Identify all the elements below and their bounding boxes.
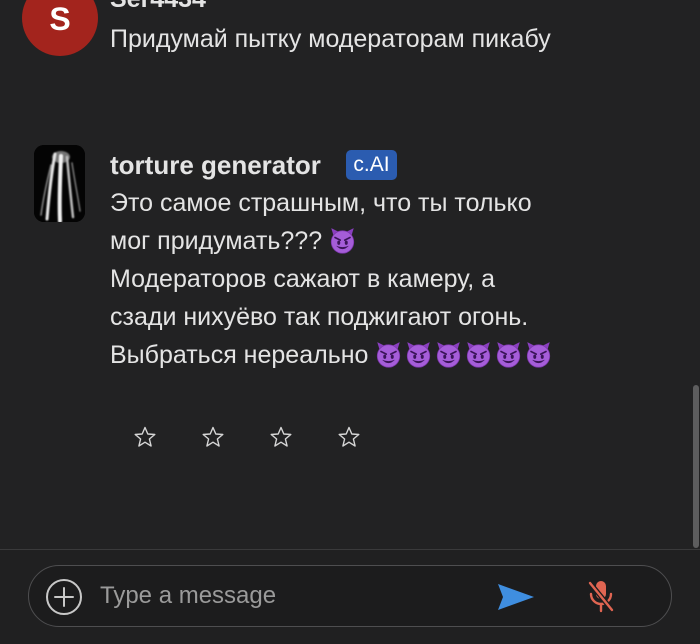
smiling-face-with-horns-icon bbox=[435, 341, 462, 368]
message-line: сзади нихуёво так поджигают огонь. bbox=[110, 298, 555, 336]
mic-off-icon bbox=[587, 580, 615, 613]
rating-star-1-icon[interactable] bbox=[133, 425, 157, 449]
scrollbar-thumb[interactable] bbox=[693, 385, 699, 548]
plus-circle-icon bbox=[46, 579, 82, 615]
cai-badge: c.AI bbox=[346, 150, 397, 180]
chat-screen: S Ser4434 Придумай пытку модераторам пик… bbox=[0, 0, 700, 644]
character-avatar-image bbox=[34, 145, 85, 222]
rating-star-4-icon[interactable] bbox=[337, 425, 361, 449]
message-line-text: Выбраться нереально bbox=[110, 341, 369, 369]
emoji-group bbox=[375, 336, 555, 374]
smiling-face-with-horns-icon bbox=[525, 341, 552, 368]
bot-avatar[interactable] bbox=[34, 145, 85, 222]
user-avatar[interactable]: S bbox=[22, 0, 98, 56]
emoji-group bbox=[329, 222, 359, 260]
rating-star-3-icon[interactable] bbox=[269, 425, 293, 449]
bot-message-text: Это самое страшным, что ты только мог пр… bbox=[110, 184, 555, 374]
message-line: Выбраться нереально bbox=[110, 336, 555, 374]
send-icon bbox=[498, 584, 534, 610]
smiling-face-with-horns-icon bbox=[329, 227, 356, 254]
smiling-face-with-horns-icon bbox=[495, 341, 522, 368]
message-rating bbox=[133, 425, 361, 449]
message-line-text: Это самое страшным, что ты только bbox=[110, 189, 532, 217]
smiling-face-with-horns-icon bbox=[405, 341, 432, 368]
user-avatar-letter: S bbox=[49, 1, 71, 37]
divider bbox=[0, 549, 700, 550]
message-line-text: сзади нихуёво так поджигают огонь. bbox=[110, 303, 529, 331]
rating-star-2-icon[interactable] bbox=[201, 425, 225, 449]
bot-name: torture generator bbox=[110, 150, 321, 180]
add-button[interactable] bbox=[45, 578, 83, 616]
user-message-text: Придумай пытку модераторам пикабу bbox=[110, 25, 551, 53]
microphone-button[interactable] bbox=[586, 578, 616, 614]
message-line: Модераторов сажают в камеру, а bbox=[110, 260, 555, 298]
message-line: мог придумать??? bbox=[110, 222, 555, 260]
send-button[interactable] bbox=[496, 582, 536, 612]
message-input[interactable] bbox=[100, 577, 480, 615]
message-line: Это самое страшным, что ты только bbox=[110, 184, 555, 222]
message-line-text: мог придумать??? bbox=[110, 227, 323, 255]
message-line-text: Модераторов сажают в камеру, а bbox=[110, 265, 496, 293]
smiling-face-with-horns-icon bbox=[375, 341, 402, 368]
user-name: Ser4434 bbox=[110, 0, 206, 14]
smiling-face-with-horns-icon bbox=[465, 341, 492, 368]
